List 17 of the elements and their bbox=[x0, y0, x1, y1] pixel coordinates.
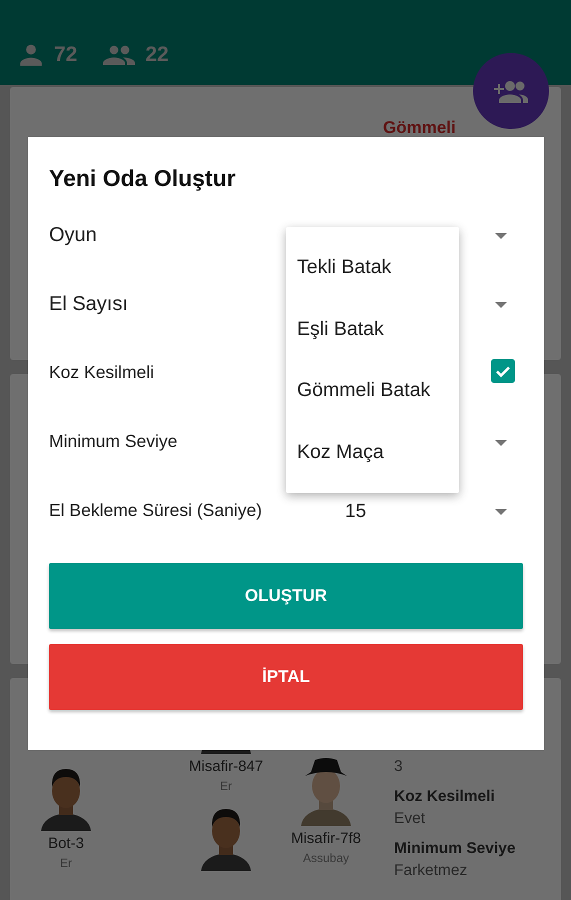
field-label: Oyun bbox=[49, 224, 97, 247]
table-count: 22 bbox=[145, 43, 169, 67]
player-name: Misafir-7f8 bbox=[290, 830, 361, 847]
player-name: Misafir-847 bbox=[188, 758, 264, 775]
online-count: 72 bbox=[54, 43, 78, 67]
field-label: Koz Kesilmeli bbox=[49, 362, 154, 383]
dialog-title: Yeni Oda Oluştur bbox=[49, 165, 237, 192]
detail-value: 3 bbox=[394, 758, 404, 776]
field-label: El Sayısı bbox=[49, 293, 128, 316]
detail-value: Evet bbox=[394, 810, 426, 828]
field-label: El Bekleme Süresi (Saniye) bbox=[49, 500, 262, 521]
player-name: Bot-3 bbox=[48, 835, 84, 852]
detail-label: Minimum Seviye bbox=[394, 840, 516, 858]
field-label: Minimum Seviye bbox=[49, 431, 178, 452]
game-type: Gömmeli bbox=[383, 118, 456, 138]
detail-label: Koz Kesilmeli bbox=[394, 788, 496, 806]
detail-value: Farketmez bbox=[394, 862, 468, 880]
